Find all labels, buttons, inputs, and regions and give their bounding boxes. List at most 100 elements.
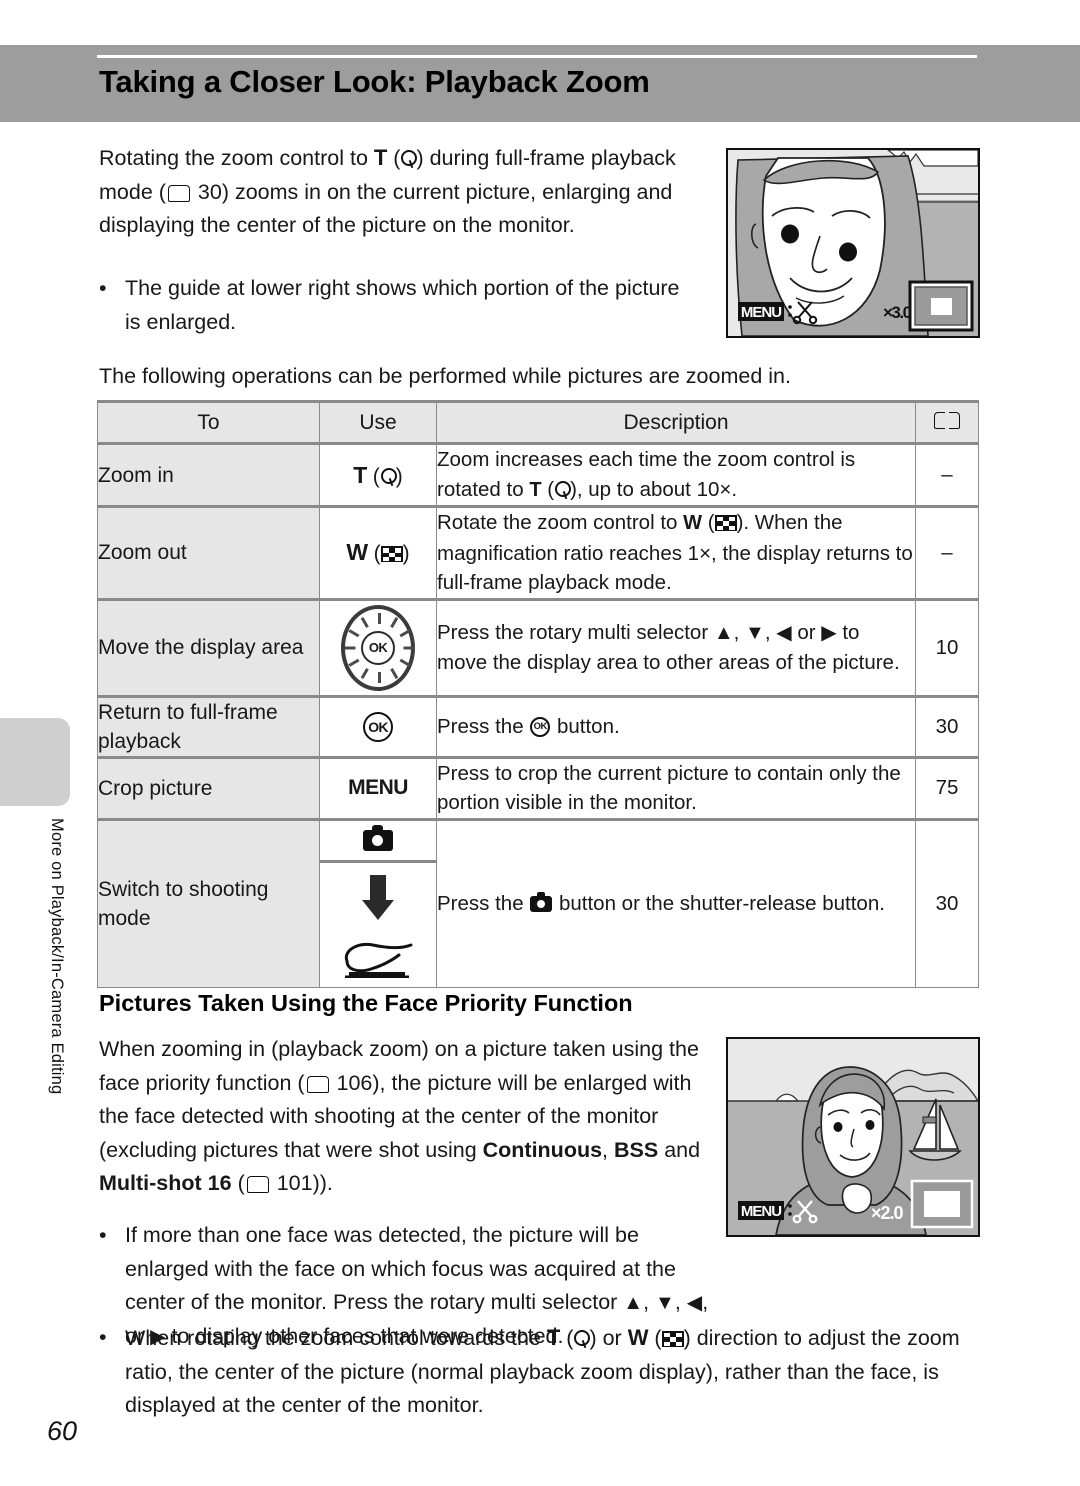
column-header-description: Description — [436, 400, 916, 445]
shutter-release-illustration — [320, 863, 436, 987]
table-header-row: To Use Description — [97, 400, 979, 445]
fp-bold-multishot: Multi-shot 16 — [99, 1171, 232, 1195]
face-priority-bullet-2-text: When rotating the zoom control towards t… — [125, 1325, 960, 1417]
table-row-crop-picture: Crop picture MENU Press to crop the curr… — [97, 755, 979, 820]
table-row-zoom-out: Zoom out W () Rotate the zoom control to… — [97, 505, 979, 600]
book-icon — [934, 411, 960, 430]
thumbnail-grid-icon — [380, 546, 403, 563]
face-priority-illustration: MENU ×2.0 — [728, 1039, 978, 1235]
fp-text-f: )). — [312, 1171, 333, 1195]
row-desc-zoom-out: Rotate the zoom control to W (). When th… — [436, 505, 916, 600]
ok-button-icon: OK — [363, 711, 393, 742]
table-row-return-full-frame: Return to full-frame playback OK Press t… — [97, 694, 979, 758]
column-header-to: To — [97, 400, 320, 445]
tele-letter: T — [353, 461, 368, 488]
page-header-band: Taking a Closer Look: Playback Zoom — [0, 45, 1080, 122]
intro-page-ref: 30 — [197, 179, 222, 204]
section-tab-label: More on Playback/In-Camera Editing — [48, 818, 66, 1095]
row-use-move-display-area: OK — [319, 597, 437, 697]
wide-letter: W — [346, 539, 369, 566]
row-label-move-display-area: Move the display area — [97, 597, 320, 697]
page-title: Taking a Closer Look: Playback Zoom — [99, 64, 650, 99]
arrow-up-icon: ▲ — [623, 1292, 644, 1314]
table-row-switch-shooting-mode: Switch to shooting mode Press the button… — [97, 817, 979, 988]
book-icon — [246, 1176, 269, 1193]
desc-text-a: Rotate the zoom control to — [437, 511, 684, 534]
desc-text-a: Press the — [437, 714, 530, 738]
desc-text-b: ), up to about 10×. — [570, 477, 738, 501]
row-desc-zoom-in: Zoom increases each time the zoom contro… — [436, 442, 916, 507]
row-page-return-full-frame: 30 — [915, 694, 979, 758]
fp-text-e: ( — [231, 1171, 245, 1195]
row-use-switch-shooting-mode — [319, 817, 437, 988]
arrow-up-icon: ▲ — [713, 622, 734, 644]
fp-b1-text-a: If more than one face was detected, the … — [125, 1223, 676, 1314]
magnifier-icon — [554, 480, 572, 499]
intro-bullet-1-text: The guide at lower right shows which por… — [125, 276, 680, 334]
tele-letter: T — [373, 145, 388, 170]
arrow-right-icon: ▶ — [821, 622, 837, 644]
shooting-mode-button-icon — [320, 821, 436, 863]
row-page-move-display-area: 10 — [915, 597, 979, 697]
bullet-marker: • — [99, 1325, 107, 1349]
row-label-zoom-out: Zoom out — [97, 505, 320, 600]
row-page-crop-picture: 75 — [915, 755, 979, 820]
wide-letter: W — [683, 512, 703, 534]
fp-page-ref-1: 106 — [336, 1070, 373, 1095]
table-row-zoom-in: Zoom in T () Zoom increases each time th… — [97, 442, 979, 507]
table-lead-in: The following operations can be performe… — [99, 364, 791, 388]
arrow-left-icon: ◀ — [686, 1292, 703, 1314]
playback-zoom-illustration: MENU ×3.0 — [728, 150, 978, 336]
desc-text-a: Press the — [437, 891, 530, 915]
arrow-down-icon: ▼ — [655, 1292, 675, 1314]
row-use-crop-picture: MENU — [319, 755, 437, 820]
face-priority-paragraph: When zooming in (playback zoom) on a pic… — [99, 1033, 709, 1201]
row-desc-move-display-area: Press the rotary multi selector ▲, ▼, ◀ … — [436, 597, 916, 697]
book-icon — [306, 1075, 329, 1093]
desc-text-a: Press the rotary multi selector — [437, 621, 714, 644]
thumbnail-grid-icon — [714, 515, 737, 531]
row-desc-switch-shooting-mode: Press the button or the shutter-release … — [436, 817, 916, 988]
fp-b2-text-a: When rotating the zoom control towards t… — [125, 1326, 547, 1350]
intro-bullet-1: • The guide at lower right shows which p… — [99, 272, 699, 339]
section-tab — [0, 718, 70, 806]
rotary-multi-selector-icon: OK — [341, 604, 415, 691]
ok-label: OK — [361, 630, 395, 665]
arrow-left-icon: ◀ — [776, 622, 792, 644]
face-priority-bullet-2: • When rotating the zoom control towards… — [99, 1321, 989, 1423]
svg-text:MENU: MENU — [741, 1203, 781, 1220]
row-label-switch-shooting-mode: Switch to shooting mode — [97, 817, 320, 988]
fp-bold-bss: BSS — [614, 1137, 659, 1162]
desc-text-b: button. — [551, 714, 620, 738]
table-row-move-display-area: Move the display area OK Press the rotar… — [97, 597, 979, 697]
fp-page-ref-2: 101 — [276, 1171, 313, 1195]
svg-text:MENU: MENU — [741, 304, 781, 321]
column-header-page — [915, 400, 979, 445]
face-priority-screenshot: MENU ×2.0 — [726, 1037, 980, 1237]
bullet-marker: • — [99, 276, 107, 300]
row-page-zoom-out: – — [915, 505, 979, 600]
row-label-crop-picture: Crop picture — [97, 755, 320, 820]
magnifier-icon — [380, 467, 397, 486]
magnifier-icon — [573, 1330, 591, 1348]
camera-icon — [530, 892, 553, 912]
finger-press-shutter-icon — [344, 942, 413, 978]
intro-text-a: Rotating the zoom control to — [99, 146, 374, 170]
tele-letter: T — [546, 1325, 561, 1350]
arrow-down-icon: ▼ — [745, 622, 765, 644]
row-page-switch-shooting-mode: 30 — [915, 817, 979, 988]
row-label-zoom-in: Zoom in — [97, 442, 320, 507]
row-label-return-full-frame: Return to full-frame playback — [97, 694, 320, 758]
playback-zoom-screenshot: MENU ×3.0 — [726, 148, 980, 338]
row-use-zoom-out: W () — [319, 505, 437, 600]
book-icon — [167, 184, 190, 202]
fp-bold-continuous: Continuous — [482, 1137, 603, 1162]
row-page-zoom-in: – — [915, 442, 979, 507]
thumbnail-grid-icon — [661, 1331, 684, 1347]
ok-button-icon: OK — [530, 716, 551, 737]
manual-page: Taking a Closer Look: Playback Zoom More… — [0, 0, 1080, 1486]
fp-b2-text-mid: ) or — [589, 1326, 628, 1350]
header-rule — [97, 55, 977, 58]
svg-text:×2.0: ×2.0 — [871, 1203, 904, 1223]
desc-text-b: button or the shutter-release button. — [553, 891, 885, 915]
